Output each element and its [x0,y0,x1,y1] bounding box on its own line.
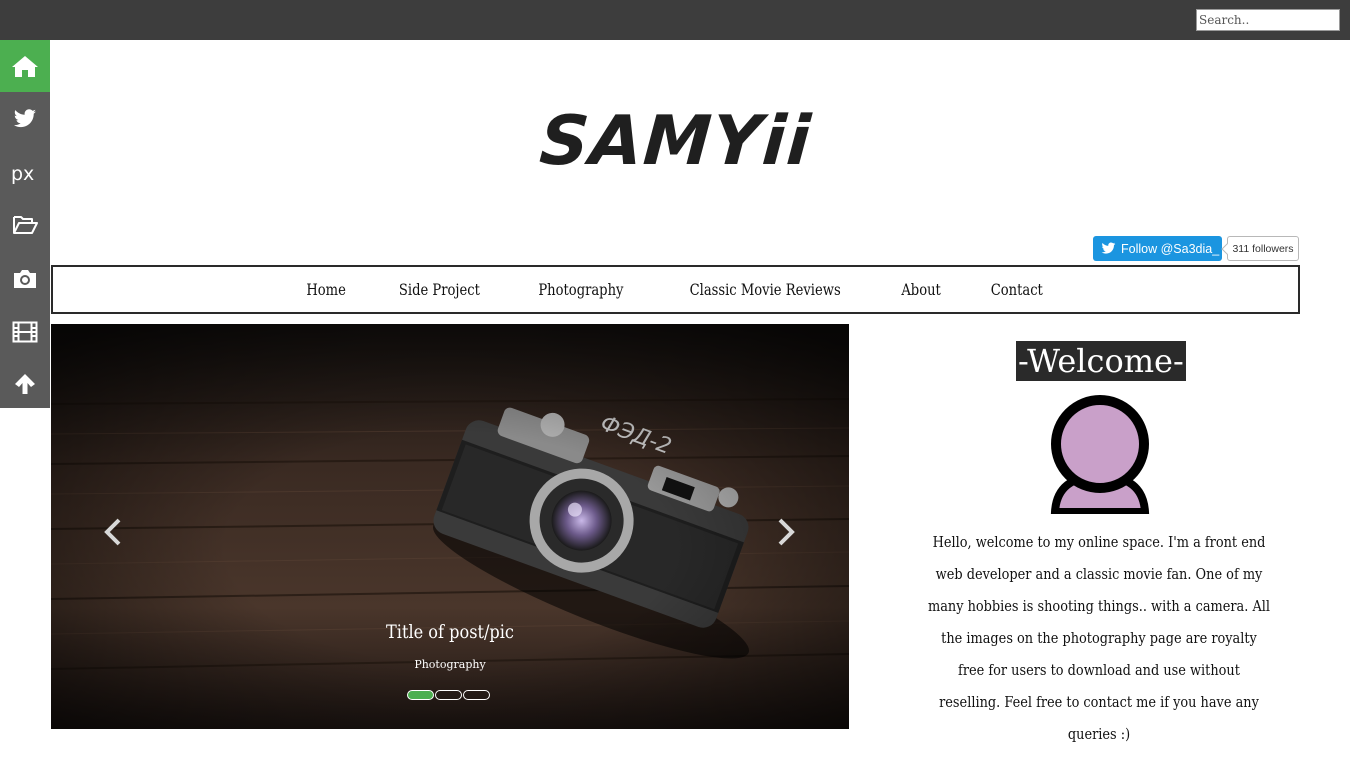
social-sidebar: px [0,40,50,408]
main-nav: Home Side Project Photography Classic Mo… [51,265,1300,314]
folder-open-icon [13,216,38,234]
500px-icon: px [11,163,34,185]
follow-label: Follow @Sa3dia_ [1121,241,1220,256]
sidebar-item-portfolio[interactable] [0,199,50,251]
sidebar-item-photography[interactable] [0,253,50,305]
nav-home[interactable]: Home [306,280,346,299]
top-bar [0,0,1350,40]
arrow-up-icon [15,374,35,394]
sidebar-item-twitter[interactable] [0,93,50,145]
home-icon [12,56,38,77]
carousel-caption-subtitle: Photography [414,658,486,671]
nav-about[interactable]: About [901,280,941,299]
film-icon [12,321,38,343]
camera-icon [14,270,36,288]
carousel-next-button[interactable] [766,512,806,552]
avatar-icon [1050,395,1150,514]
twitter-icon [1101,242,1116,254]
site-logo[interactable]: SAMYii [48,102,1303,181]
nav-side-project[interactable]: Side Project [399,280,480,299]
follower-count[interactable]: 311 followers [1227,236,1299,261]
carousel-indicators [407,690,491,700]
carousel-indicator[interactable] [407,690,434,700]
carousel-indicator[interactable] [463,690,490,700]
image-carousel: ФЭД-2 Title of post/pic Photography [51,324,849,729]
carousel-prev-button[interactable] [93,512,133,552]
main-content: SAMYii Follow @Sa3dia_ 311 followers Hom… [51,40,1350,768]
chevron-right-icon [778,518,795,546]
sidebar-item-home[interactable] [0,40,50,92]
chevron-left-icon [104,518,121,546]
twitter-follow-button[interactable]: Follow @Sa3dia_ [1093,236,1222,261]
twitter-icon [14,109,36,128]
nav-photography[interactable]: Photography [538,280,623,299]
sidebar-item-movies[interactable] [0,306,50,358]
sidebar-item-500px[interactable]: px [0,148,50,200]
nav-classic-movie-reviews[interactable]: Classic Movie Reviews [689,280,840,299]
welcome-intro-text: Hello, welcome to my online space. I'm a… [927,533,1271,743]
carousel-caption-title: Title of post/pic [386,621,514,643]
nav-contact[interactable]: Contact [991,280,1043,299]
welcome-heading: -Welcome- [1016,341,1186,381]
search-input[interactable] [1196,9,1340,31]
sidebar-item-back-to-top[interactable] [0,358,50,410]
carousel-indicator[interactable] [435,690,462,700]
svg-text:px: px [11,163,34,185]
